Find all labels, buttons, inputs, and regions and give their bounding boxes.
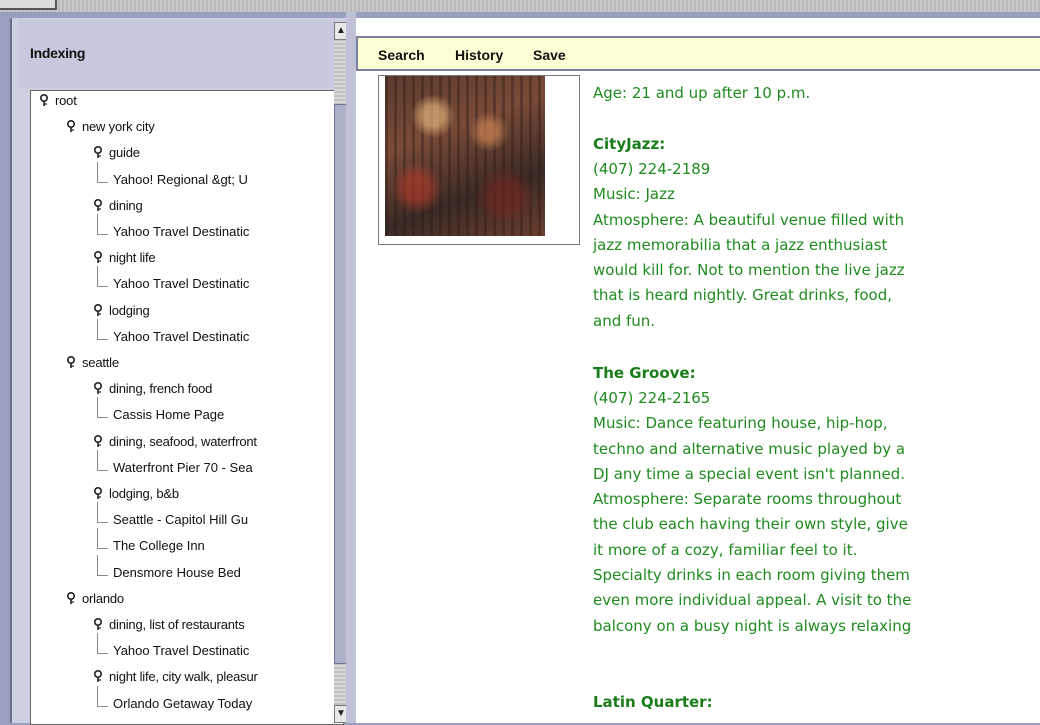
cityjazz-line: that is heard nightly. Great drinks, foo… xyxy=(593,286,892,305)
split-divider[interactable] xyxy=(346,12,356,723)
tree-connector xyxy=(97,449,108,471)
tree-leaf-label: Cassis Home Page xyxy=(113,407,225,423)
venue-photo xyxy=(385,76,545,236)
tree-node[interactable]: dining, seafood, waterfront xyxy=(93,434,257,456)
tree-leaf-label: Orlando Getaway Today xyxy=(113,695,253,711)
age-line: Age: 21 and up after 10 p.m. xyxy=(593,84,811,102)
node-key-icon xyxy=(67,356,75,368)
cityjazz-line: and fun. xyxy=(593,311,656,330)
tree-node-label: seattle xyxy=(82,355,119,370)
indexing-title: Indexing xyxy=(30,45,86,61)
groove-line: Atmosphere: Separate rooms throughout xyxy=(593,490,902,509)
tree-leaf-label: Yahoo Travel Destinatic xyxy=(113,643,250,659)
node-key-icon xyxy=(94,251,102,264)
tree-node-label: lodging xyxy=(109,302,150,318)
tree-connector xyxy=(97,633,108,655)
latin-quarter-heading: Latin Quarter: xyxy=(593,693,713,711)
groove-line: DJ any time a special event isn't planne… xyxy=(593,464,905,483)
groove-line: Specialty drinks in each room giving the… xyxy=(593,566,910,585)
tree-leaf-label: Seattle - Capitol Hill Gu xyxy=(113,512,249,528)
tree-node-label: night life xyxy=(109,250,156,266)
tree-node-label: night life, city walk, pleasur xyxy=(109,669,258,685)
node-key-icon xyxy=(67,120,75,133)
tree-connector xyxy=(97,397,108,419)
index-tree[interactable]: root new york city guide Yahoo! Regional &g… xyxy=(30,90,344,725)
groove-details: (407) 224-2165 Music: Dance featuring hou… xyxy=(593,386,911,639)
tree-node[interactable]: night life, city walk, pleasur xyxy=(93,669,258,691)
node-key-icon xyxy=(94,303,102,316)
tree-leaf-label: Yahoo! Regional &gt; U xyxy=(113,171,248,187)
indexing-panel: Indexing root new york city guide Yahoo! Re… xyxy=(10,18,348,725)
tree-node[interactable]: dining, french food xyxy=(93,381,212,403)
tree-node-label: root xyxy=(55,93,77,108)
window-tab xyxy=(0,0,57,10)
toolbar: Search History Save xyxy=(356,36,1040,71)
cityjazz-line: jazz memorabilia that a jazz enthusiast xyxy=(593,235,888,254)
tree-node-label: dining, french food xyxy=(109,381,213,397)
tree-node[interactable]: orlando xyxy=(66,591,124,613)
groove-line: even more individual appeal. A visit to … xyxy=(593,591,912,610)
node-key-icon xyxy=(40,94,48,106)
tree-leaf-label: Waterfront Pier 70 - Sea xyxy=(113,459,253,475)
node-key-icon xyxy=(94,382,102,395)
node-key-icon xyxy=(94,146,102,159)
groove-heading: The Groove: xyxy=(593,364,696,382)
cityjazz-details: (407) 224-2189 Music: Jazz Atmosphere: A b… xyxy=(593,157,905,334)
tree-node-label: dining xyxy=(109,197,143,213)
groove-line: (407) 224-2165 xyxy=(593,389,711,407)
node-key-icon xyxy=(94,670,102,683)
tree-connector xyxy=(97,554,108,576)
tree-node-label: dining, list of restaurants xyxy=(109,617,245,632)
node-key-icon xyxy=(94,198,102,211)
cityjazz-heading: CityJazz: xyxy=(593,135,666,153)
detail-panel: Search History Save Age: 21 and up after… xyxy=(356,18,1040,723)
tree-connector xyxy=(97,528,108,550)
node-key-icon xyxy=(94,434,102,447)
node-key-icon xyxy=(94,487,102,499)
groove-line: it more of a cozy, familiar feel to it. xyxy=(593,540,858,559)
venue-photo-frame xyxy=(378,75,580,245)
tree-connector xyxy=(97,266,108,288)
tree-node[interactable]: new york city xyxy=(66,119,155,141)
search-menu[interactable]: Search xyxy=(378,47,425,63)
node-key-icon xyxy=(94,618,102,630)
tree-connector xyxy=(97,685,108,707)
tree-node[interactable]: dining, list of restaurants xyxy=(93,617,245,639)
tree-node-label: new york city xyxy=(82,119,155,135)
save-menu[interactable]: Save xyxy=(533,47,566,63)
tree-node[interactable]: seattle xyxy=(66,355,119,377)
cityjazz-line: (407) 224-2189 xyxy=(593,160,711,178)
tree-connector xyxy=(97,214,108,235)
tree-leaf-label: Yahoo Travel Destinatic xyxy=(113,328,250,344)
tree-node-label: dining, seafood, waterfront xyxy=(109,433,257,449)
groove-line: techno and alternative music played by a xyxy=(593,439,906,458)
tree-leaf-label: The College Inn xyxy=(113,538,205,554)
tree-connector xyxy=(97,502,108,524)
tree-leaf-label: Yahoo Travel Destinatic xyxy=(113,224,250,239)
groove-line: balcony on a busy night is always relaxi… xyxy=(593,616,912,635)
tree-node-label: guide xyxy=(109,145,140,161)
tree-node-label: orlando xyxy=(82,590,124,606)
cityjazz-line: Atmosphere: A beautiful venue filled wit… xyxy=(593,210,905,229)
groove-line: the club each having their own style, gi… xyxy=(593,515,908,534)
history-menu[interactable]: History xyxy=(455,47,503,63)
tree-node[interactable]: root xyxy=(39,93,77,115)
groove-line: Music: Dance featuring house, hip-hop, xyxy=(593,414,888,433)
page-content: Age: 21 and up after 10 p.m. CityJazz: (… xyxy=(356,73,1040,723)
window-top-strip xyxy=(0,0,1040,12)
cityjazz-line: would kill for. Not to mention the live … xyxy=(593,261,905,280)
tree-leaf-label: Densmore House Bed xyxy=(113,564,241,580)
tree-leaf-label: Yahoo Travel Destinatic xyxy=(113,276,250,292)
tree-connector xyxy=(97,318,108,340)
cityjazz-line: Music: Jazz xyxy=(593,185,675,204)
tree-node-label: lodging, b&b xyxy=(109,486,179,501)
node-key-icon xyxy=(67,591,75,604)
tree-connector xyxy=(97,161,108,183)
